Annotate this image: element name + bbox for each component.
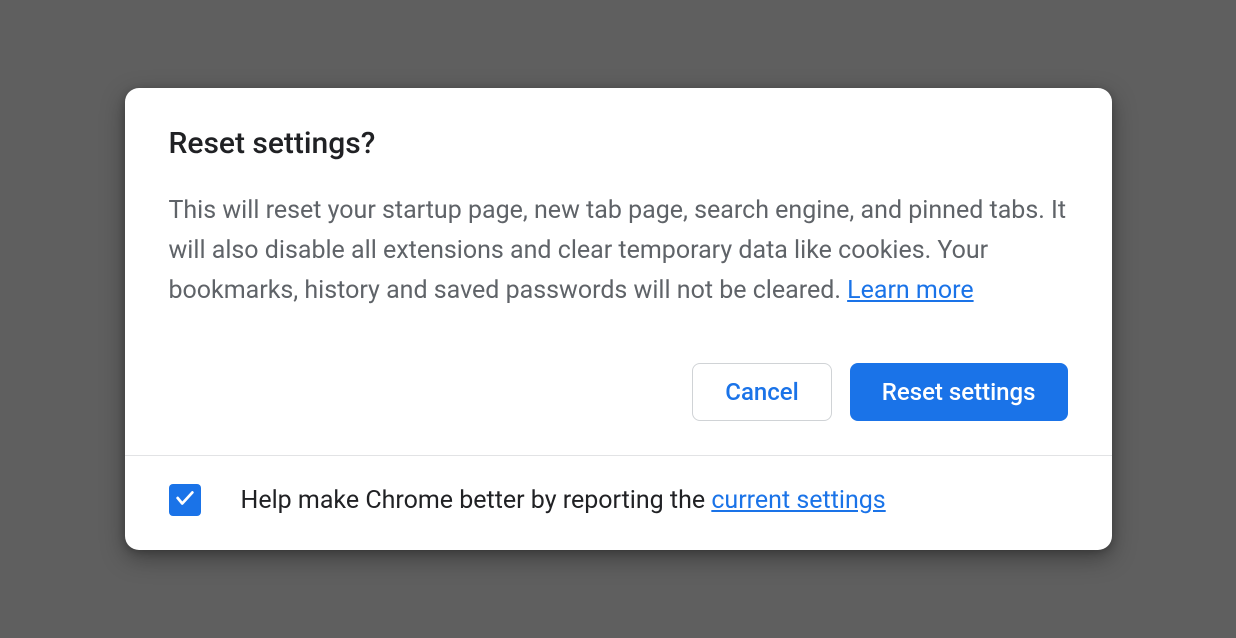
dialog-title: Reset settings? bbox=[169, 126, 1068, 161]
dialog-body: This will reset your startup page, new t… bbox=[169, 191, 1068, 311]
footer-text: Help make Chrome better by reporting the… bbox=[241, 486, 886, 515]
learn-more-link[interactable]: Learn more bbox=[847, 276, 973, 305]
footer-text-label: Help make Chrome better by reporting the bbox=[241, 486, 712, 515]
dialog-footer: Help make Chrome better by reporting the… bbox=[125, 455, 1112, 550]
dialog-content: Reset settings? This will reset your sta… bbox=[125, 88, 1112, 455]
current-settings-link[interactable]: current settings bbox=[711, 486, 885, 515]
report-settings-checkbox[interactable] bbox=[169, 484, 201, 516]
reset-settings-button[interactable]: Reset settings bbox=[850, 363, 1068, 421]
reset-settings-dialog: Reset settings? This will reset your sta… bbox=[125, 88, 1112, 550]
cancel-button[interactable]: Cancel bbox=[692, 363, 831, 421]
dialog-actions: Cancel Reset settings bbox=[169, 363, 1068, 421]
checkmark-icon bbox=[174, 487, 196, 513]
